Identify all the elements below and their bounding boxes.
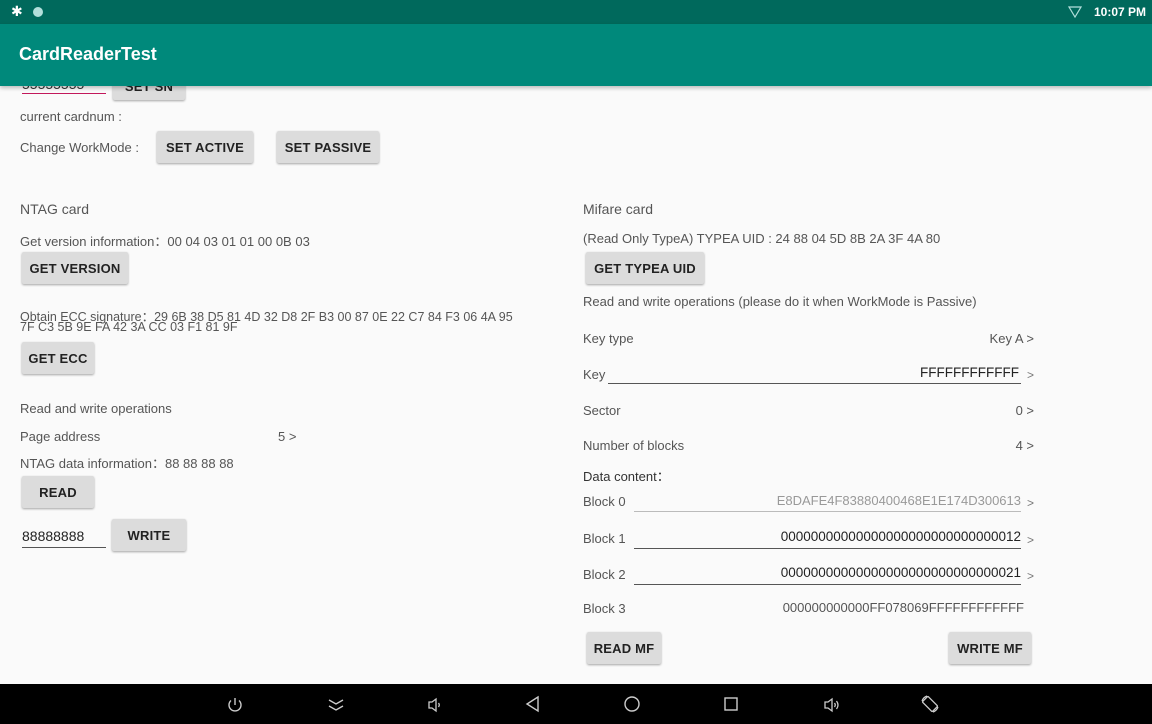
home-icon[interactable] <box>623 695 641 713</box>
typea-uid-info: (Read Only TypeA) TYPEA UID : 24 88 04 5… <box>583 231 941 246</box>
volume-down-icon[interactable] <box>426 696 444 714</box>
key-chevron[interactable]: > <box>1027 368 1034 382</box>
page-address-label: Page address <box>20 429 101 444</box>
ntag-write-input-text: 88888888 <box>22 528 85 544</box>
write-button[interactable]: WRITE <box>112 519 186 551</box>
collapse-icon[interactable] <box>327 697 345 713</box>
key-value: FFFFFFFFFFFF <box>920 365 1019 380</box>
block1-value: 00000000000000000000000000000012 <box>780 529 1021 544</box>
data-content-label: Data content： <box>583 469 670 484</box>
block0-label: Block 0 <box>583 494 626 509</box>
ntag-data-info: NTAG data information：88 88 88 88 <box>20 456 234 471</box>
power-icon[interactable] <box>226 696 244 714</box>
sector-value[interactable]: 0 > <box>1016 403 1034 418</box>
app-bar: CardReaderTest <box>0 24 1152 86</box>
app-title: CardReaderTest <box>19 44 157 64</box>
rotate-icon[interactable] <box>920 694 940 714</box>
back-icon[interactable] <box>524 695 542 713</box>
set-active-button[interactable]: SET ACTIVE <box>157 131 253 163</box>
page-address-value[interactable]: 5 > <box>278 429 296 444</box>
block2-chevron[interactable]: > <box>1027 569 1034 583</box>
block0-value: E8DAFE4F83880400468E1E174D300613 <box>776 493 1021 508</box>
workmode-label: Change WorkMode : <box>20 140 139 155</box>
block0-chevron[interactable]: > <box>1027 496 1034 510</box>
block3-value: 000000000000FF078069FFFFFFFFFFFF <box>782 600 1024 615</box>
ntag-rw-label: Read and write operations <box>20 401 172 416</box>
volume-up-icon[interactable] <box>822 696 842 714</box>
block0-input[interactable] <box>634 511 1021 512</box>
ecc-signature-line2: 7F C3 5B 9E FA 42 3A CC 03 F1 81 9F <box>20 320 238 334</box>
get-typea-uid-button[interactable]: GET TYPEA UID <box>586 252 704 284</box>
blocks-value[interactable]: 4 > <box>1016 438 1034 453</box>
read-button[interactable]: READ <box>22 476 94 508</box>
sn-input[interactable] <box>22 93 106 94</box>
mifare-header: Mifare card <box>583 201 654 217</box>
write-mf-button[interactable]: WRITE MF <box>949 632 1031 664</box>
block1-chevron[interactable]: > <box>1027 533 1034 547</box>
block2-label: Block 2 <box>583 567 626 582</box>
mifare-rw-label: Read and write operations (please do it … <box>583 294 977 309</box>
key-type-value[interactable]: Key A > <box>990 331 1034 346</box>
ntag-write-input[interactable] <box>22 547 106 548</box>
read-mf-button[interactable]: READ MF <box>587 632 661 664</box>
block3-label: Block 3 <box>583 601 626 616</box>
blocks-label: Number of blocks <box>583 438 685 453</box>
ntag-version-info: Get version information：00 04 03 01 01 0… <box>20 234 310 249</box>
key-type-label: Key type <box>583 331 634 346</box>
sector-label: Sector <box>583 403 621 418</box>
key-input[interactable] <box>608 383 1021 384</box>
content: 55555555 SET SN current cardnum : Change… <box>0 0 1152 684</box>
block2-value: 00000000000000000000000000000021 <box>780 565 1021 580</box>
ntag-header: NTAG card <box>20 201 89 217</box>
block2-input[interactable] <box>634 584 1021 585</box>
get-ecc-button[interactable]: GET ECC <box>22 342 94 374</box>
set-passive-button[interactable]: SET PASSIVE <box>277 131 379 163</box>
get-version-button[interactable]: GET VERSION <box>22 252 128 284</box>
key-label: Key <box>583 367 606 382</box>
block1-label: Block 1 <box>583 531 626 546</box>
navigation-bar <box>0 684 1152 724</box>
current-cardnum-label: current cardnum : <box>20 109 122 124</box>
recents-icon[interactable] <box>723 696 739 712</box>
block1-input[interactable] <box>634 548 1021 549</box>
